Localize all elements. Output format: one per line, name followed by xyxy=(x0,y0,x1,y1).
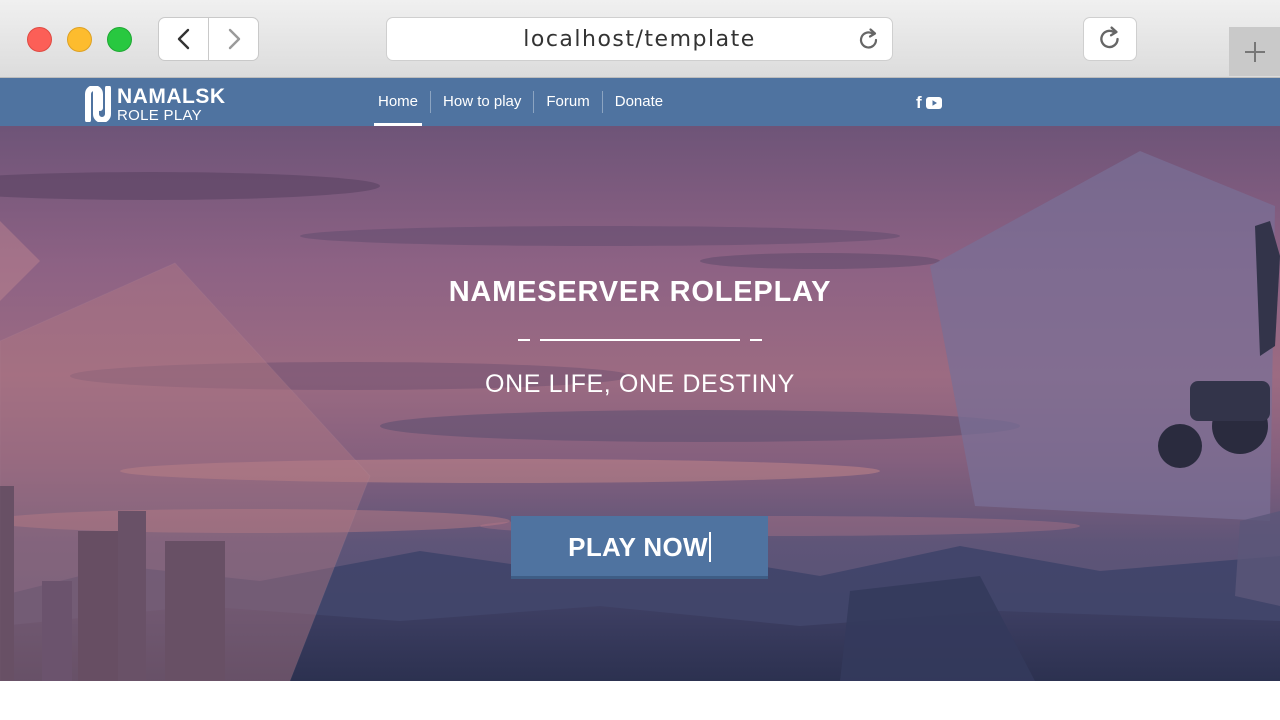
main-menu: Home How to play Forum Donate xyxy=(374,78,667,126)
maximize-window-button[interactable] xyxy=(107,27,132,52)
chevron-right-icon xyxy=(228,28,240,50)
social-links: f xyxy=(916,93,942,113)
nav-how-to-play[interactable]: How to play xyxy=(439,78,525,126)
menu-divider xyxy=(533,91,535,113)
hero-title: NAMESERVER ROLEPLAY xyxy=(448,276,832,308)
nav-home[interactable]: Home xyxy=(374,78,423,126)
close-window-button[interactable] xyxy=(27,27,52,52)
facebook-icon[interactable]: f xyxy=(916,93,922,113)
page-content-area xyxy=(0,681,1280,720)
logo-title: NAMALSK xyxy=(117,84,226,108)
site-navbar: NAMALSK ROLE PLAY Home How to play Forum… xyxy=(0,78,1280,126)
site-logo[interactable]: NAMALSK ROLE PLAY xyxy=(82,84,226,124)
forward-button[interactable] xyxy=(208,17,259,61)
play-now-label: PLAY NOW xyxy=(568,532,708,562)
hero-section: NAMESERVER ROLEPLAY ONE LIFE, ONE DESTIN… xyxy=(0,126,1280,681)
text-cursor xyxy=(708,532,711,563)
logo-mark-icon xyxy=(85,86,111,122)
youtube-icon[interactable] xyxy=(925,97,942,109)
chevron-left-icon xyxy=(177,28,189,50)
hero-background-image xyxy=(0,151,1280,681)
play-now-button[interactable]: PLAY NOW xyxy=(511,516,768,576)
address-bar[interactable]: localhost/template xyxy=(386,17,893,61)
nav-donate[interactable]: Donate xyxy=(611,78,667,126)
hero-subtitle: ONE LIFE, ONE DESTINY xyxy=(485,370,795,398)
menu-divider xyxy=(601,91,603,113)
browser-toolbar: localhost/template xyxy=(0,0,1280,78)
reload-button[interactable] xyxy=(1083,17,1137,61)
back-button[interactable] xyxy=(158,17,209,61)
new-tab-button[interactable] xyxy=(1229,27,1280,76)
logo-subtitle: ROLE PLAY xyxy=(117,106,202,124)
reload-icon[interactable] xyxy=(856,27,882,53)
nav-forum[interactable]: Forum xyxy=(542,78,593,126)
url-text: localhost/template xyxy=(523,27,756,52)
menu-divider xyxy=(430,91,432,113)
title-divider xyxy=(518,338,762,342)
reload-icon xyxy=(1100,26,1119,49)
minimize-window-button[interactable] xyxy=(67,27,92,52)
plus-icon xyxy=(1244,41,1265,62)
